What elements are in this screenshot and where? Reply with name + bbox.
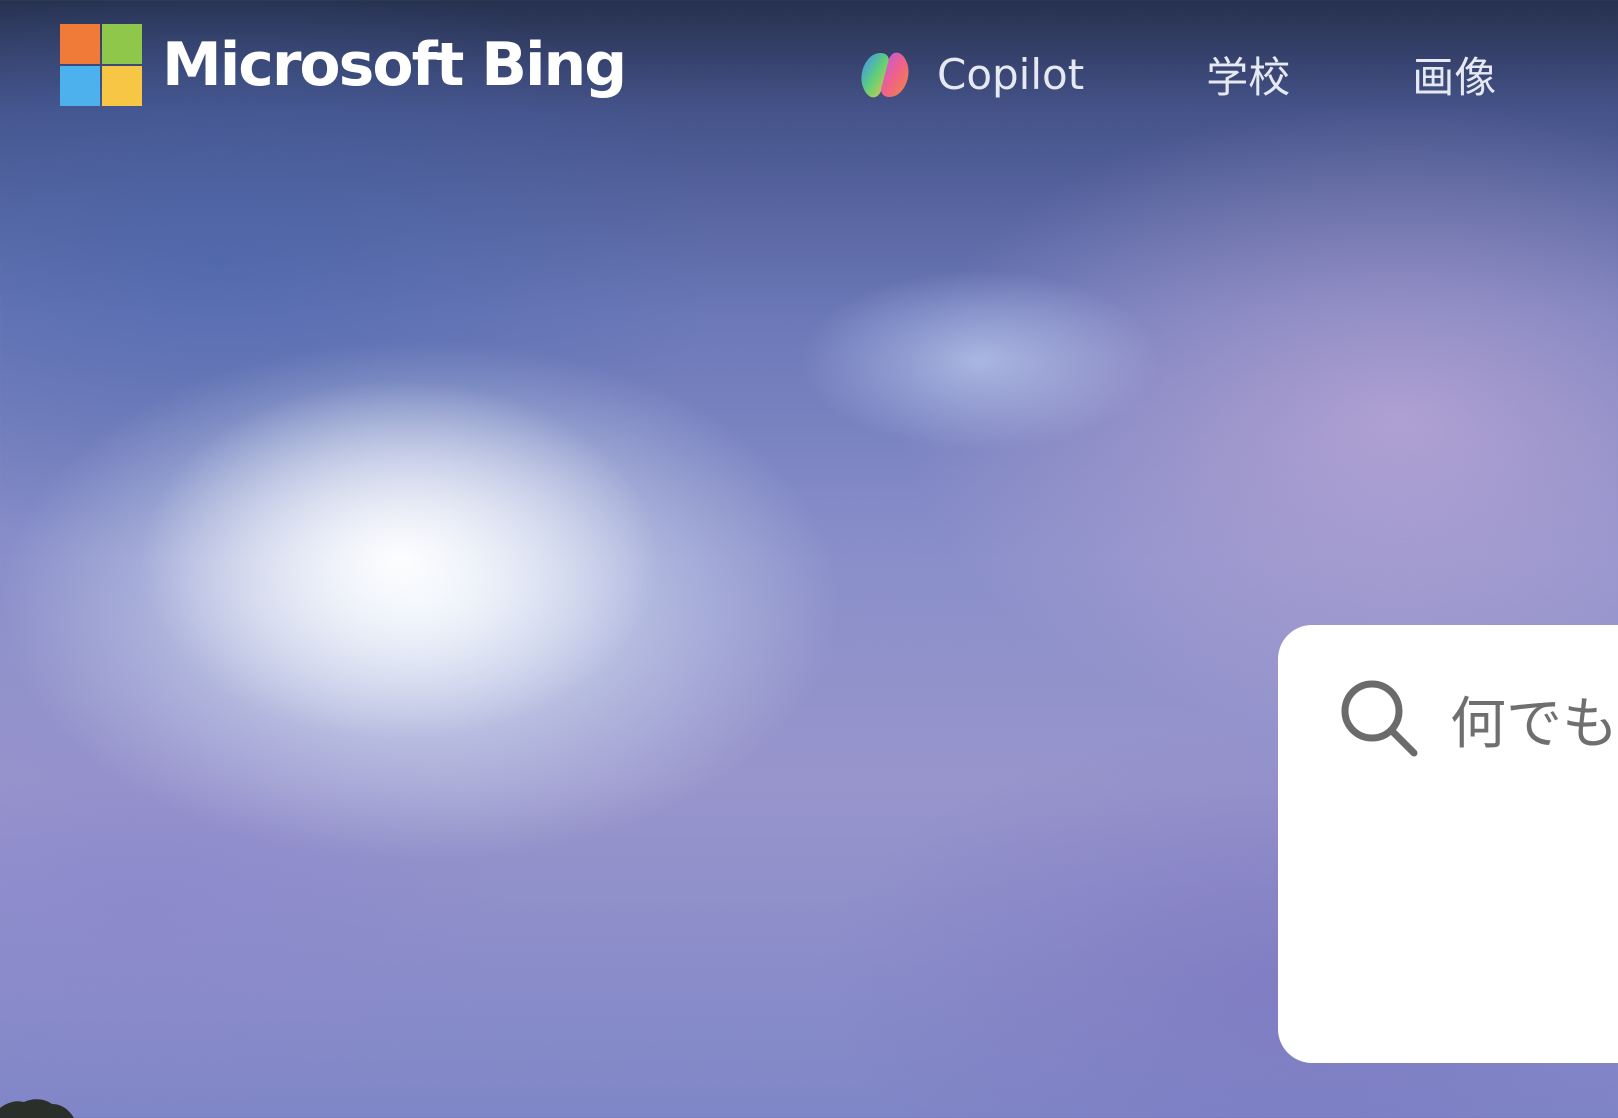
tree-silhouette xyxy=(0,1099,74,1118)
microsoft-logo-icon xyxy=(60,24,142,106)
search-box[interactable]: 何でも xyxy=(1278,625,1618,1063)
logo-square-blue xyxy=(60,66,100,106)
search-input[interactable]: 何でも xyxy=(1450,679,1618,760)
logo-square-yellow xyxy=(102,66,142,106)
top-nav: Copilot 学校 画像 xyxy=(855,44,1496,105)
nav-copilot-label: Copilot xyxy=(937,50,1085,99)
logo-square-green xyxy=(102,24,142,64)
copilot-icon xyxy=(861,52,909,97)
nav-school-link[interactable]: 学校 xyxy=(1206,44,1290,105)
brand-name: Microsoft Bing xyxy=(162,30,627,100)
nav-images-label: 画像 xyxy=(1412,53,1497,102)
search-icon[interactable] xyxy=(1336,675,1422,761)
nav-school-label: 学校 xyxy=(1206,53,1291,102)
bing-logo[interactable]: Microsoft Bing xyxy=(60,24,627,106)
nav-images-link[interactable]: 画像 xyxy=(1412,44,1496,105)
logo-square-red xyxy=(60,24,100,64)
header: Microsoft Bing Copilot 学校 画像 xyxy=(0,0,1618,140)
nav-copilot-link[interactable]: Copilot xyxy=(855,47,1084,103)
